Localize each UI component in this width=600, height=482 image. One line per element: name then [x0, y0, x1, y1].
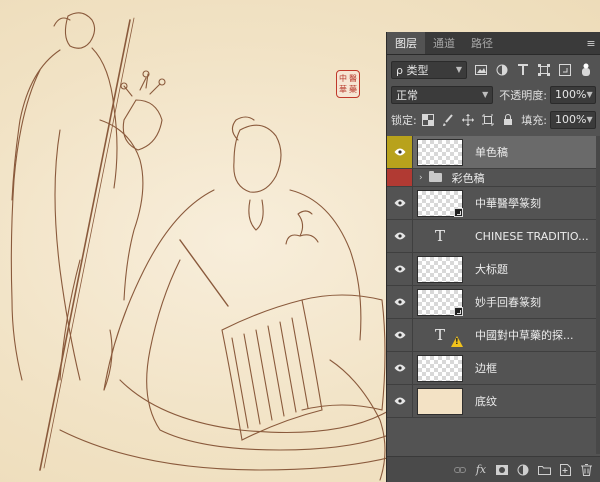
layer-thumbnail [417, 387, 463, 415]
layer-row[interactable]: 底纹 [387, 385, 600, 418]
visibility-toggle[interactable] [387, 352, 413, 384]
layer-name[interactable]: 边框 [475, 360, 497, 376]
adjustment-icon[interactable] [516, 463, 530, 477]
blend-mode-value: 正常 [396, 88, 418, 102]
eye-icon [394, 397, 405, 405]
tab-layers[interactable]: 图层 [387, 32, 425, 54]
layer-list-scrollbar[interactable] [596, 136, 600, 454]
chevron-down-icon: ▼ [482, 90, 489, 99]
layer-name[interactable]: 底纹 [475, 393, 497, 409]
eye-icon [394, 199, 405, 207]
layer-group-row[interactable]: › 彩色稿 [387, 169, 600, 187]
lock-position-move-icon[interactable] [461, 112, 475, 127]
tab-paths[interactable]: 路径 [463, 32, 501, 54]
layer-name[interactable]: 单色稿 [475, 144, 508, 160]
visibility-toggle[interactable] [387, 187, 413, 219]
filter-label: ρ 类型 [396, 63, 429, 77]
mask-icon[interactable] [495, 463, 509, 477]
chevron-down-icon: ▼ [586, 115, 593, 124]
panel-footer: fx [387, 456, 600, 482]
chevron-down-icon: ▼ [586, 90, 593, 99]
lock-all-icon[interactable] [501, 112, 515, 127]
chevron-right-icon[interactable]: › [419, 173, 423, 183]
link-icon[interactable] [453, 463, 467, 477]
smart-object-badge-icon [454, 207, 463, 217]
opacity-value: 100% [555, 88, 587, 101]
panel-tabs: 图层 通道 路径 ≡ [387, 32, 600, 55]
opacity-label: 不透明度: [499, 88, 547, 102]
fill-label: 填充: [521, 113, 547, 127]
layer-thumbnail [417, 255, 463, 283]
visibility-toggle[interactable] [387, 253, 413, 285]
eye-icon [394, 148, 405, 156]
eye-icon [394, 364, 405, 372]
layer-filter-select[interactable]: ρ 类型 ▼ [391, 60, 467, 79]
opacity-field[interactable]: 100% ▼ [550, 85, 596, 104]
layer-thumbnail [417, 138, 463, 166]
filter-row: ρ 类型 ▼ [387, 57, 600, 82]
lock-paint-brush-icon[interactable] [441, 112, 455, 127]
blend-row: 正常 ▼ 不透明度: 100% ▼ [387, 82, 600, 107]
warning-icon[interactable] [451, 336, 463, 347]
adjustment-filter-icon[interactable] [494, 62, 509, 77]
panel-menu-icon[interactable]: ≡ [582, 32, 600, 54]
trash-icon[interactable] [579, 463, 593, 477]
tab-channels[interactable]: 通道 [425, 32, 463, 54]
folder-icon[interactable] [537, 463, 551, 477]
visibility-toggle[interactable] [387, 136, 413, 168]
eye-icon [394, 265, 405, 273]
layer-list: 单色稿 › 彩色稿 中華醫學篆刻 T CHINESE TRADITIO... 大… [387, 136, 600, 454]
layer-name[interactable]: 彩色稿 [452, 170, 485, 186]
layer-row[interactable]: 单色稿 [387, 136, 600, 169]
chevron-down-icon: ▼ [455, 65, 462, 74]
tab-spacer [501, 32, 582, 54]
smart-object-filter-icon[interactable] [557, 62, 572, 77]
layer-thumbnail [417, 354, 463, 382]
smart-object-badge-icon [454, 306, 463, 316]
red-seal-stamp: 中醫 華藥 [336, 70, 360, 98]
lock-row: 锁定: 填充: 100% ▼ [387, 107, 600, 132]
lock-transparent-icon[interactable] [421, 112, 435, 127]
layer-name[interactable]: 中華醫學篆刻 [475, 195, 541, 211]
filter-toggle-icon[interactable] [578, 62, 593, 77]
visibility-toggle[interactable] [387, 220, 413, 252]
visibility-toggle[interactable] [387, 385, 413, 417]
fill-value: 100% [554, 113, 587, 126]
eye-icon [394, 232, 405, 240]
fill-field[interactable]: 100% ▼ [549, 110, 596, 129]
layer-name[interactable]: 中國對中草藥的探... [475, 327, 574, 343]
layer-row[interactable]: T 中國對中草藥的探... [387, 319, 600, 352]
layer-row[interactable]: 大标题 [387, 253, 600, 286]
layer-row[interactable]: 中華醫學篆刻 [387, 187, 600, 220]
layer-thumbnail [417, 288, 463, 316]
eye-icon [394, 298, 405, 306]
layer-thumbnail [417, 189, 463, 217]
visibility-toggle-off[interactable] [387, 169, 413, 186]
blend-mode-select[interactable]: 正常 ▼ [391, 85, 494, 104]
layer-name[interactable]: 大标题 [475, 261, 508, 277]
lock-label: 锁定: [391, 113, 417, 127]
lock-artboard-icon[interactable] [481, 112, 495, 127]
new-layer-icon[interactable] [558, 463, 572, 477]
folder-icon [428, 171, 442, 182]
pixel-filter-icon[interactable] [473, 62, 488, 77]
shape-filter-icon[interactable] [536, 62, 551, 77]
fx-icon[interactable]: fx [474, 463, 488, 477]
layer-row[interactable]: T CHINESE TRADITIO... [387, 220, 600, 253]
text-layer-icon: T [434, 227, 445, 245]
type-filter-icon[interactable] [515, 62, 530, 77]
layer-name[interactable]: 妙手回春篆刻 [475, 294, 541, 310]
visibility-toggle[interactable] [387, 286, 413, 318]
visibility-toggle[interactable] [387, 319, 413, 351]
layer-name[interactable]: CHINESE TRADITIO... [475, 230, 589, 243]
layers-panel: 图层 通道 路径 ≡ ρ 类型 ▼ 正常 ▼ 不透明度: 100% ▼ 锁定: … [386, 32, 600, 482]
layer-row[interactable]: 妙手回春篆刻 [387, 286, 600, 319]
eye-icon [394, 331, 405, 339]
layer-row[interactable]: 边框 [387, 352, 600, 385]
